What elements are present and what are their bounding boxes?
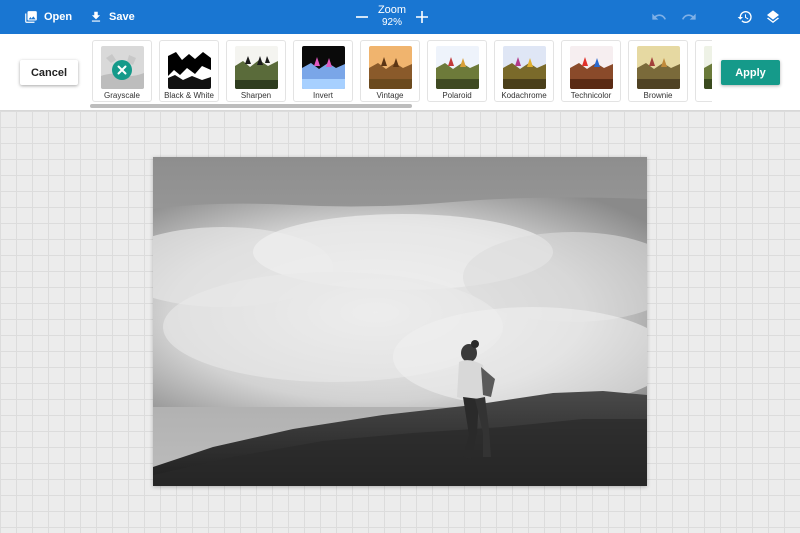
filter-scrollbar[interactable]	[90, 104, 412, 108]
filter-thumbnail	[704, 46, 712, 89]
filter-thumbnail	[168, 46, 211, 89]
filter-vintage[interactable]: Vintage	[360, 40, 420, 102]
filter-label: Technicolor	[570, 91, 612, 100]
open-label: Open	[44, 11, 73, 23]
zoom-control: Zoom 92%	[354, 0, 430, 34]
filter-thumbnail	[637, 46, 680, 89]
filter-label: Kodachrome	[501, 91, 547, 100]
filter-label: Sharpen	[240, 91, 272, 100]
redo-icon	[682, 13, 696, 20]
filter-next-partial[interactable]	[695, 40, 712, 102]
filter-thumbnail	[436, 46, 479, 89]
filter-thumbnail	[235, 46, 278, 89]
filter-polaroid[interactable]: Polaroid	[427, 40, 487, 102]
redo-button[interactable]	[681, 9, 697, 25]
open-button[interactable]: Open	[24, 0, 72, 34]
history-icon	[737, 11, 752, 24]
save-label: Save	[109, 11, 135, 23]
filter-label: Black & White	[164, 91, 214, 100]
filter-thumbnail	[503, 46, 546, 89]
undo-button[interactable]	[651, 9, 667, 25]
filter-black-white[interactable]: Black & White	[159, 40, 219, 102]
filter-label: Brownie	[643, 91, 673, 100]
save-button[interactable]: Save	[89, 0, 135, 34]
filter-thumbnail	[302, 46, 345, 89]
filter-bar: Cancel Grayscale Black & White Sharpen I…	[0, 34, 800, 111]
minus-icon	[356, 16, 368, 18]
filter-technicolor[interactable]: Technicolor	[561, 40, 621, 102]
apply-button[interactable]: Apply	[721, 60, 780, 85]
zoom-label: Zoom	[377, 4, 407, 16]
cancel-button[interactable]: Cancel	[20, 60, 78, 85]
top-toolbar: Open Save Zoom 92%	[0, 0, 800, 34]
selected-check-badge	[112, 60, 132, 80]
undo-icon	[652, 13, 666, 20]
filter-label: Vintage	[376, 91, 404, 100]
filter-grayscale[interactable]: Grayscale	[92, 40, 152, 102]
plus-icon	[416, 11, 428, 23]
zoom-value: 92%	[381, 17, 402, 28]
edited-photo[interactable]	[153, 157, 647, 486]
filter-brownie[interactable]: Brownie	[628, 40, 688, 102]
filter-sharpen[interactable]: Sharpen	[226, 40, 286, 102]
filter-label: Invert	[312, 91, 333, 100]
close-icon	[117, 65, 127, 75]
filter-label: Grayscale	[103, 91, 140, 100]
filter-invert[interactable]: Invert	[293, 40, 353, 102]
zoom-out-button[interactable]	[354, 9, 370, 25]
download-icon	[91, 11, 101, 22]
filter-list: Grayscale Black & White Sharpen Invert V…	[90, 40, 712, 104]
filter-label: Polaroid	[442, 91, 472, 100]
filter-kodachrome[interactable]: Kodachrome	[494, 40, 554, 102]
history-button[interactable]	[737, 9, 753, 25]
zoom-in-button[interactable]	[414, 9, 430, 25]
filter-thumbnail	[570, 46, 613, 89]
layers-button[interactable]	[765, 9, 781, 25]
filter-thumbnail	[369, 46, 412, 89]
image-icon	[25, 11, 37, 23]
layers-icon	[767, 10, 779, 24]
